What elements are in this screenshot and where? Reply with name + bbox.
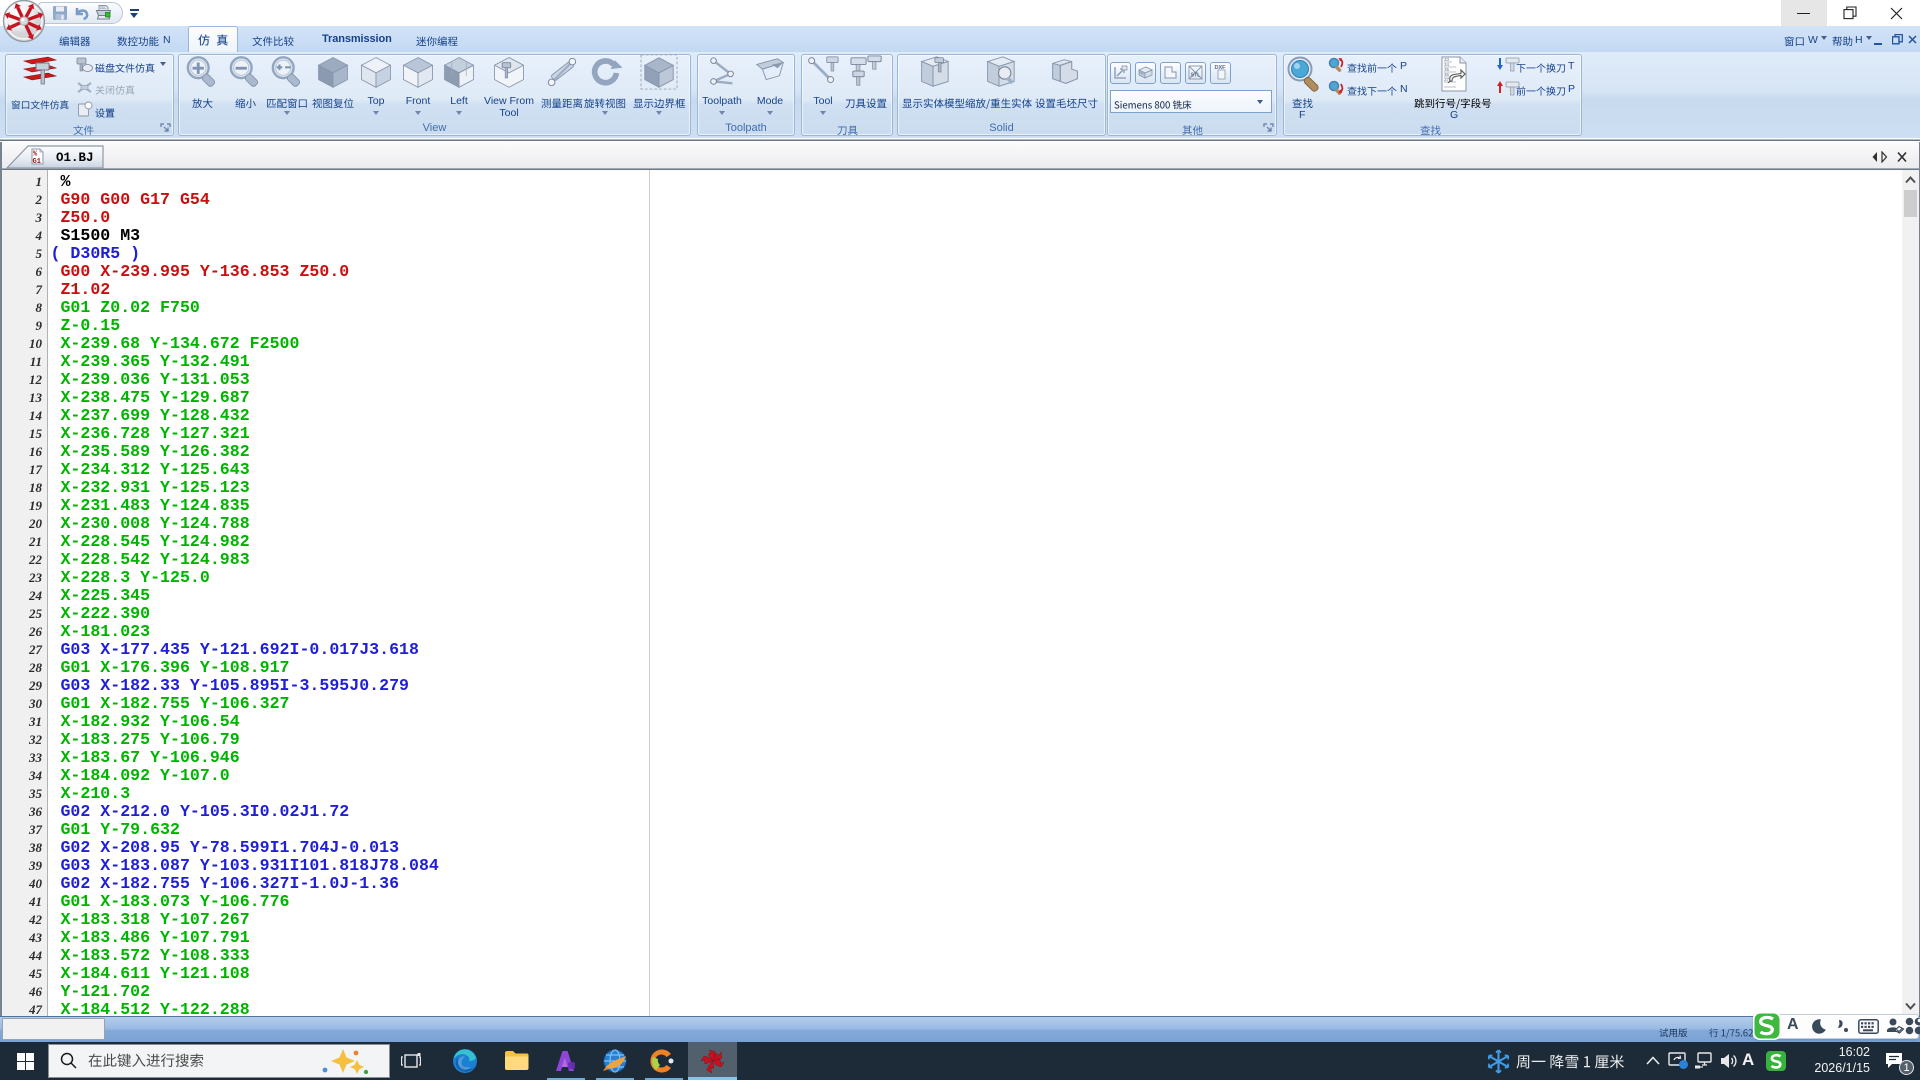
svg-text:G1: G1	[33, 158, 41, 165]
svg-text:STL: STL	[1191, 73, 1200, 79]
svg-text:37: 37	[1444, 77, 1450, 82]
svg-text:DXF: DXF	[1215, 65, 1227, 71]
